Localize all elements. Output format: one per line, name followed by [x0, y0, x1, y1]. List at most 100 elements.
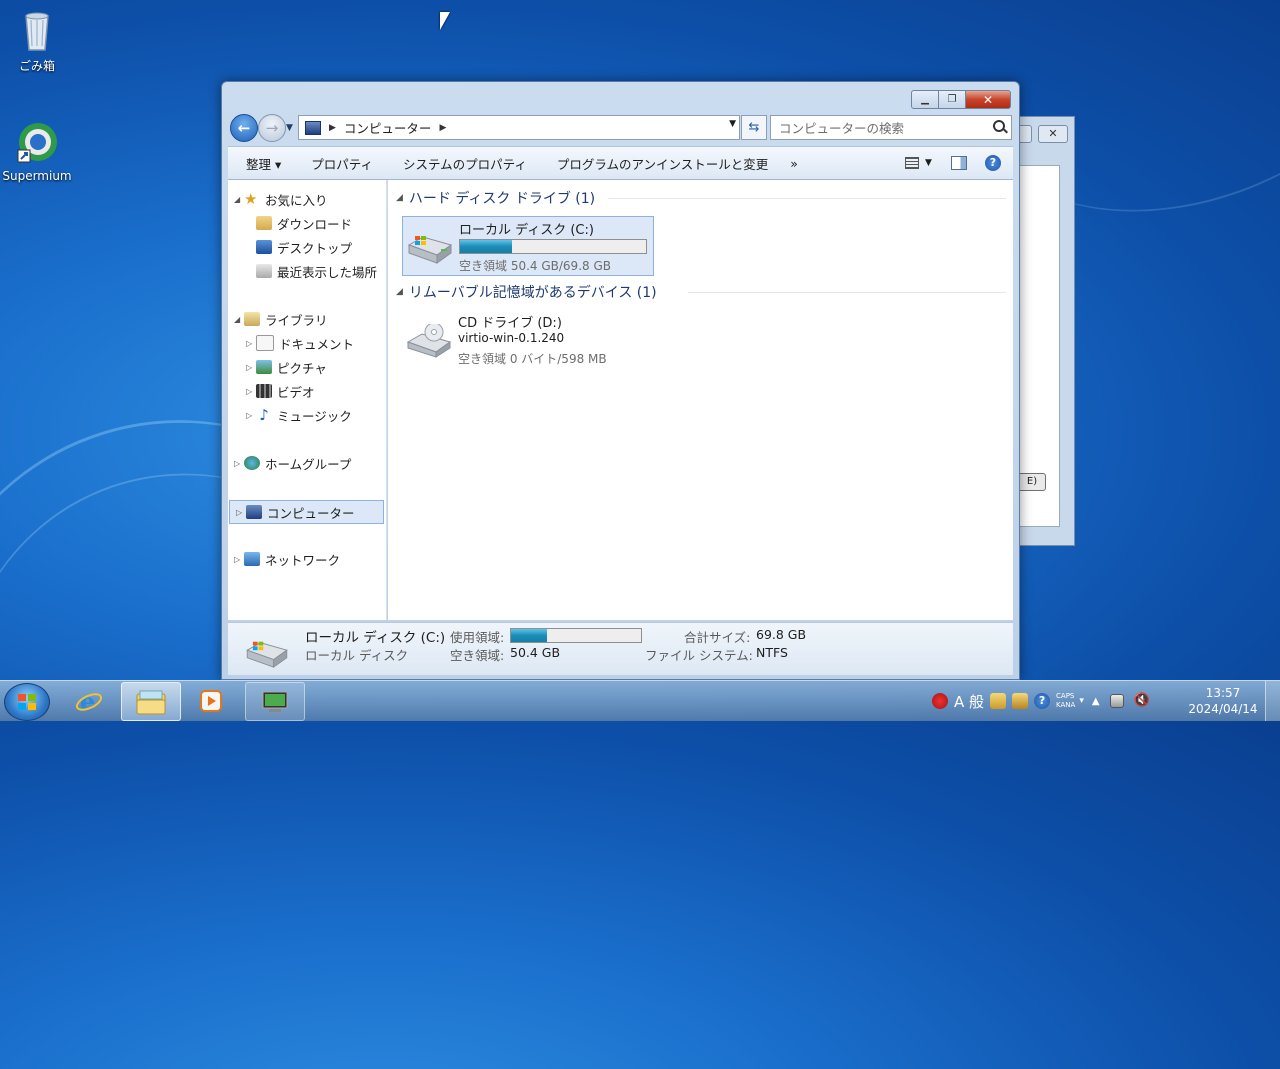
desktop-icon-label: ごみ箱 [18, 59, 55, 73]
background-window-action-button[interactable]: E) [1018, 473, 1046, 491]
background-window-close-button[interactable]: ✕ [1038, 125, 1068, 143]
supermium-browser-icon [17, 123, 57, 163]
expand-toggle-icon[interactable]: ▷ [246, 339, 256, 348]
drive-item-c[interactable]: ローカル ディスク (C:) 空き領域 50.4 GB/69.8 GB [402, 216, 654, 276]
sidebar-item-recent-places[interactable]: ◢ 最近表示した場所 [228, 260, 384, 282]
sidebar-item-label: ミュージック [277, 408, 352, 424]
sidebar-item-network[interactable]: ▷ ネットワーク [228, 548, 384, 570]
sidebar-item-homegroup[interactable]: ▷ ホームグループ [228, 452, 384, 474]
sidebar-item-downloads[interactable]: ◢ ダウンロード [228, 212, 384, 234]
details-used-label: 使用領域: [450, 630, 505, 645]
volume-muted-icon[interactable]: 🔇 [1134, 693, 1150, 709]
command-bar: 整理 ▾ プロパティ システムのプロパティ プログラムのアンインストールと変更 … [228, 146, 1013, 180]
explorer-window[interactable]: ▁ ❐ ✕ ← → ▼ ▶ コンピューター ▶ ▼ ⇆ コンピューターの検索 整… [221, 81, 1020, 680]
file-list-pane[interactable]: ◢ ハード ディスク ドライブ (1) ローカル ディスク (C:) 空き領域 … [388, 180, 1013, 620]
more-commands-button[interactable]: » [790, 156, 798, 171]
sidebar-item-label: コンピューター [267, 505, 355, 521]
expand-toggle-icon[interactable]: ◢ [234, 315, 244, 324]
taskbar-internet-explorer[interactable]: e [60, 682, 118, 719]
collapse-group-icon[interactable]: ◢ [396, 287, 403, 297]
ime-help-icon[interactable]: ? [1034, 693, 1051, 709]
uninstall-programs-button[interactable]: プログラムのアンインストールと変更 [557, 154, 768, 173]
expand-toggle-icon[interactable]: ◢ [234, 195, 244, 204]
system-properties-button[interactable]: システムのプロパティ [403, 154, 527, 173]
star-icon: ★ [244, 190, 258, 208]
start-button[interactable] [4, 683, 50, 721]
expand-toggle-icon[interactable]: ▷ [236, 508, 246, 517]
ime-dictionary-icon[interactable] [1012, 693, 1029, 709]
ime-pad-icon[interactable] [990, 693, 1007, 709]
drive-item-d[interactable]: CD ドライブ (D:) virtio-win-0.1.240 空き領域 0 バ… [402, 310, 652, 368]
address-dropdown-icon[interactable]: ▼ [729, 119, 736, 129]
search-input[interactable]: コンピューターの検索 [770, 115, 1012, 140]
sidebar-item-desktop[interactable]: ◢ デスクトップ [228, 236, 384, 258]
maximize-button[interactable]: ❐ [939, 90, 966, 109]
forward-button[interactable]: → [258, 114, 286, 142]
minimize-button[interactable]: ▁ [911, 90, 939, 109]
back-button[interactable]: ← [230, 114, 258, 142]
organize-menu-button[interactable]: 整理 ▾ [246, 154, 281, 173]
group-header-hard-disks[interactable]: ◢ ハード ディスク ドライブ (1) [396, 188, 595, 208]
details-free-value: 50.4 GB [510, 645, 561, 660]
expand-toggle-icon[interactable]: ▷ [234, 459, 244, 468]
network-status-icon[interactable] [1109, 694, 1124, 708]
collapse-group-icon[interactable]: ◢ [396, 193, 403, 203]
breadcrumb-computer[interactable]: コンピューター [344, 118, 432, 137]
change-view-button[interactable]: ▼ [905, 157, 939, 169]
expand-toggle-icon[interactable]: ▷ [246, 387, 256, 396]
ime-mode-indicator[interactable]: A 般 [954, 691, 984, 712]
close-button[interactable]: ✕ [966, 90, 1011, 109]
taskbar-windows-explorer[interactable] [121, 682, 181, 721]
details-pane: ローカル ディスク (C:) ローカル ディスク 使用領域: 空き領域: 50.… [228, 622, 1013, 675]
sidebar-item-label: お気に入り [265, 192, 328, 208]
kana-indicator: KANA [1056, 701, 1076, 709]
back-arrow-icon: ← [237, 119, 251, 137]
address-bar[interactable]: ▶ コンピューター ▶ ▼ [298, 115, 740, 140]
sidebar-item-libraries[interactable]: ◢ ライブラリ [228, 308, 384, 330]
drive-usage-bar [459, 239, 647, 254]
sidebar-item-videos[interactable]: ▷ ビデオ [228, 380, 384, 402]
show-desktop-button[interactable] [1265, 681, 1280, 721]
breadcrumb-separator-icon[interactable]: ▶ [439, 123, 446, 133]
ime-options-icon[interactable]: ▾ [1079, 696, 1084, 706]
sidebar-item-favorites[interactable]: ◢ ★ お気に入り [228, 188, 384, 210]
internet-explorer-icon: e [75, 687, 103, 716]
group-header-label: ハード ディスク ドライブ (1) [408, 191, 596, 207]
sidebar-item-label: ライブラリ [265, 312, 328, 328]
refresh-button[interactable]: ⇆ [741, 115, 767, 140]
search-icon[interactable] [993, 120, 1005, 132]
pictures-icon [256, 360, 272, 374]
sidebar-item-label: デスクトップ [277, 240, 353, 256]
search-placeholder: コンピューターの検索 [779, 121, 905, 136]
videos-icon [256, 384, 272, 398]
preview-pane-button[interactable] [951, 156, 967, 170]
taskbar: e A 般 ? CAPS KANA ▾ ▲ 🔇 13:57 2024/04/14 [0, 680, 1280, 721]
taskbar-system-app[interactable] [245, 682, 305, 721]
breadcrumb-separator-icon[interactable]: ▶ [329, 123, 336, 133]
sidebar-item-music[interactable]: ▷ ♪ ミュージック [228, 404, 384, 426]
ime-indicator-icon[interactable] [932, 693, 948, 709]
caption-buttons: ▁ ❐ ✕ [911, 90, 1011, 109]
expand-toggle-icon[interactable]: ▷ [246, 411, 256, 420]
hard-drive-icon [407, 236, 453, 264]
details-free-label: 空き領域: [450, 648, 505, 663]
recent-pages-dropdown[interactable]: ▼ [286, 123, 293, 133]
expand-toggle-icon[interactable]: ▷ [234, 555, 244, 564]
sidebar-item-pictures[interactable]: ▷ ピクチャ [228, 356, 384, 378]
caps-kana-indicator[interactable]: CAPS KANA [1056, 692, 1075, 710]
sidebar-item-label: ビデオ [277, 384, 315, 400]
help-button[interactable]: ? [985, 155, 1001, 171]
sidebar-item-computer[interactable]: ▷ コンピューター [229, 500, 384, 524]
group-header-removable[interactable]: ◢ リムーバブル記憶域があるデバイス (1) [396, 282, 657, 302]
properties-button[interactable]: プロパティ [311, 154, 373, 173]
taskbar-media-player[interactable] [182, 682, 240, 719]
show-hidden-icons-button[interactable]: ▲ [1092, 696, 1100, 707]
desktop-icon-recycle-bin[interactable]: ごみ箱 [0, 8, 74, 74]
sidebar-item-label: ドキュメント [279, 336, 355, 352]
expand-toggle-icon[interactable]: ▷ [246, 363, 256, 372]
sidebar-item-documents[interactable]: ▷ ドキュメント [228, 332, 384, 354]
taskbar-clock[interactable]: 13:57 2024/04/14 [1180, 685, 1266, 717]
desktop-icon [256, 240, 272, 254]
desktop-icon-supermium[interactable]: Supermium [0, 120, 74, 183]
music-note-icon: ♪ [259, 406, 269, 424]
